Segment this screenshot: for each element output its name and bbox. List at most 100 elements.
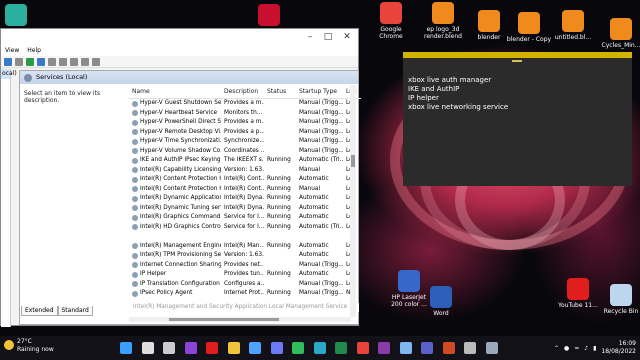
clipboard-item[interactable]: xbox live auth manager — [408, 76, 627, 85]
clipboard-item[interactable]: IP helper — [408, 94, 627, 103]
clipboard-item[interactable]: IKE and AuthIP — [408, 85, 627, 94]
store-icon[interactable] — [249, 342, 261, 354]
column-header-startup-type[interactable]: Startup Type — [296, 85, 343, 98]
view-icon[interactable] — [48, 58, 56, 66]
tab-standard[interactable]: Standard — [57, 306, 93, 316]
table-row[interactable]: Hyper-V Guest Shutdown Se... Provides a m… — [129, 99, 361, 109]
tree-pane[interactable]: ocal) — [1, 69, 17, 327]
battery-icon[interactable]: ▮ — [593, 345, 596, 352]
services-window[interactable]: – □ ✕ View Help ocal) Services (Local) S… — [0, 28, 361, 327]
refresh-icon[interactable] — [15, 58, 23, 66]
column-header-description[interactable]: Description — [221, 85, 264, 98]
table-row[interactable]: Intel(R) Graphics Command ... Service for… — [129, 213, 361, 223]
table-row[interactable]: Hyper-V Volume Shadow Co... Coordinates .… — [129, 147, 361, 157]
cell-text: Hyper-V Remote Desktop Vi... — [140, 128, 221, 135]
restart-icon[interactable] — [92, 58, 100, 66]
wifi-icon[interactable]: ≈ — [574, 345, 579, 352]
menu-view[interactable]: View — [5, 46, 19, 56]
table-row[interactable]: Intel(R) Capability Licensing ... Version… — [129, 166, 361, 176]
blender-file-icon — [432, 2, 454, 24]
excel-icon[interactable] — [335, 342, 347, 354]
clipboard-panel[interactable]: xbox live auth manager IKE and AuthIP IP… — [403, 52, 632, 186]
horizontal-scrollbar[interactable] — [129, 317, 351, 322]
clock[interactable]: 16:09 18/08/2022 — [601, 340, 636, 356]
onenote-icon[interactable] — [378, 342, 390, 354]
scroll-thumb[interactable] — [351, 155, 355, 167]
desktop-icon[interactable]: Google Chrome — [368, 2, 414, 40]
help-icon[interactable] — [37, 58, 45, 66]
close-icon[interactable]: ✕ — [341, 31, 353, 43]
table-row[interactable]: Intel(R) Dynamic Tuning serv... Intel(R) … — [129, 204, 361, 214]
column-header-status[interactable]: Status — [264, 85, 296, 98]
desktop-icon[interactable]: untitled.bl... — [550, 10, 596, 41]
service-gear-icon — [132, 176, 138, 183]
table-cell: Intel(R) HD Graphics Control ... — [129, 223, 221, 233]
table-row[interactable]: Intel(R) Management Engine... Intel(R) Ma… — [129, 242, 361, 252]
cell-text: Automatic — [299, 204, 329, 211]
chevron-up-icon[interactable]: ⌃ — [554, 345, 559, 352]
desktop-icon[interactable]: Word — [418, 286, 464, 317]
volume-icon[interactable]: ♪ — [584, 345, 588, 352]
desktop-icon[interactable]: ep logo_3d render.blend — [420, 2, 466, 40]
table-row[interactable] — [129, 232, 361, 242]
search-icon[interactable] — [141, 342, 154, 354]
desktop-icon[interactable]: Cycles_Min... — [598, 18, 640, 49]
notepad-icon[interactable] — [399, 342, 412, 354]
clipboard-item[interactable]: xbox live networking service — [408, 103, 627, 112]
settings-icon[interactable] — [464, 342, 476, 354]
table-row[interactable]: IP Translation Configuration ... Configur… — [129, 280, 361, 290]
desktop-icon-label: Google Chrome — [379, 26, 403, 40]
tab-extended[interactable]: Extended — [21, 306, 58, 316]
table-row[interactable]: Hyper-V PowerShell Direct S... Provides a… — [129, 118, 361, 128]
mcafee-icon[interactable] — [255, 4, 283, 28]
drag-handle[interactable] — [512, 60, 522, 62]
pause-icon[interactable] — [81, 58, 89, 66]
tooltip: Intel(R) Management and Security Applica… — [129, 303, 359, 312]
table-row[interactable]: Intel(R) TPM Provisioning Se... Version: … — [129, 251, 361, 261]
stop-icon[interactable] — [70, 58, 78, 66]
table-row[interactable]: Hyper-V Heartbeat Service Monitors th... M… — [129, 109, 361, 119]
whatsapp-icon[interactable] — [292, 342, 304, 354]
teams-icon[interactable] — [421, 342, 433, 354]
play-icon[interactable] — [59, 58, 67, 66]
desktop-app-icon[interactable] — [4, 4, 28, 28]
scroll-thumb[interactable] — [169, 318, 279, 321]
table-row[interactable]: Hyper-V Remote Desktop Vi... Provides a p… — [129, 128, 361, 138]
tree-item-services-local[interactable]: ocal) — [1, 69, 17, 79]
services-icon[interactable] — [485, 342, 498, 354]
microphone-icon[interactable]: ● — [564, 345, 569, 352]
column-header-name[interactable]: Name — [129, 85, 221, 98]
table-row[interactable]: Intel(R) HD Graphics Control ... Service … — [129, 223, 361, 233]
discord-icon[interactable] — [270, 342, 283, 354]
table-row[interactable]: IPsec Policy Agent Internet Prot... Runnin… — [129, 289, 361, 299]
maximize-icon[interactable]: □ — [322, 31, 334, 43]
cell-text: Automatic (Tri... — [299, 223, 343, 230]
vertical-scrollbar[interactable] — [350, 85, 356, 317]
properties-icon[interactable] — [4, 58, 12, 66]
table-row[interactable]: Intel(R) Content Protection H... Intel(R)… — [129, 185, 361, 195]
file-explorer-icon[interactable] — [227, 342, 240, 354]
minimize-icon[interactable]: – — [304, 31, 316, 43]
table-row[interactable]: IKE and AuthIP IPsec Keying ... The IKEEX… — [129, 156, 361, 166]
desktop-icon[interactable]: Recycle Bin — [598, 284, 640, 315]
start-icon[interactable] — [120, 342, 132, 354]
table-row[interactable]: Hyper-V Time Synchronizati... Synchronize… — [129, 137, 361, 147]
desktop-icon[interactable]: blender - Copy — [506, 12, 552, 43]
table-row[interactable]: IP Helper Provides tun... Running Automatic… — [129, 270, 361, 280]
youtube-icon[interactable] — [206, 342, 218, 354]
chrome-icon[interactable] — [356, 342, 369, 354]
powerpoint-icon[interactable] — [442, 342, 455, 354]
table-cell: Automatic (Tri... — [296, 223, 343, 233]
table-row[interactable]: Intel(R) Content Protection H... Intel(R)… — [129, 175, 361, 185]
desktop-icon[interactable]: YouTube 11... — [555, 278, 601, 309]
edge-icon[interactable] — [313, 342, 326, 354]
title-bar[interactable]: – □ ✕ — [1, 29, 358, 46]
task-view-icon[interactable] — [163, 342, 175, 354]
table-row[interactable]: Internet Connection Sharing... Provides n… — [129, 261, 361, 271]
export-icon[interactable] — [26, 58, 34, 66]
table-row[interactable]: Intel(R) Dynamic Application... Intel(R) … — [129, 194, 361, 204]
service-gear-icon — [132, 243, 138, 250]
menu-help[interactable]: Help — [27, 46, 41, 56]
weather-widget[interactable]: 27°C Raining now — [4, 338, 54, 354]
media-icon[interactable] — [184, 342, 197, 354]
